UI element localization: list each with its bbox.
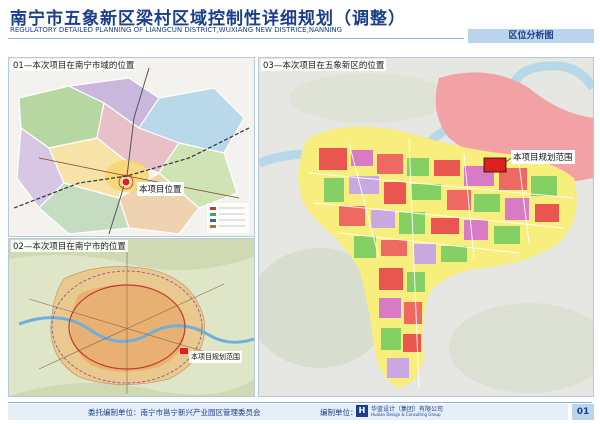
compiling-unit-label: 编制单位： <box>320 408 358 417</box>
logo-mark-icon: H <box>356 405 368 417</box>
project-area-marker <box>180 348 188 354</box>
section-tab: 区位分析图 <box>468 29 594 43</box>
panel-label-regional: 01—本次项目在南宁市域的位置 <box>11 59 137 71</box>
commissioning-unit: 委托编制单位：南宁市邕宁新兴产业园区管理委员会 <box>88 408 261 417</box>
logo-company-name-en: Hualan Design & Consulting Group <box>371 412 441 417</box>
page-number: 01 <box>572 404 594 420</box>
drawing-sheet: 南宁市五象新区梁村区域控制性详细规划（调整） REGULATORY DETAIL… <box>0 0 600 424</box>
panel-label-city: 02—本次项目在南宁市的位置 <box>11 240 128 252</box>
project-location-callout: 本项目位置 <box>137 182 184 196</box>
project-location-marker <box>121 177 131 187</box>
panel-regional-location: 01—本次项目在南宁市域的位置 本项目位置 <box>8 57 255 237</box>
city-map <box>9 239 254 396</box>
panel-label-district: 03—本次项目在五象新区的位置 <box>261 59 387 71</box>
project-area-marker-district <box>483 157 507 173</box>
header-divider <box>8 38 464 39</box>
district-landuse-map <box>259 58 593 396</box>
company-logo: H 华蓝设计（集团）有限公司 Hualan Design & Consultin… <box>356 404 456 419</box>
footer-divider <box>8 402 592 403</box>
regional-map <box>9 58 254 236</box>
sheet-subtitle: REGULATORY DETAILED PLANNING OF LIANGCUN… <box>10 26 343 34</box>
project-area-callout-city: 本项目规划范围 <box>189 351 242 363</box>
panel-district-location: 03—本次项目在五象新区的位置 本项目规划范围 <box>258 57 594 397</box>
project-area-callout-district: 本项目规划范围 <box>511 150 575 164</box>
panel-city-location: 02—本次项目在南宁市的位置 本项目规划范围 <box>8 238 255 397</box>
